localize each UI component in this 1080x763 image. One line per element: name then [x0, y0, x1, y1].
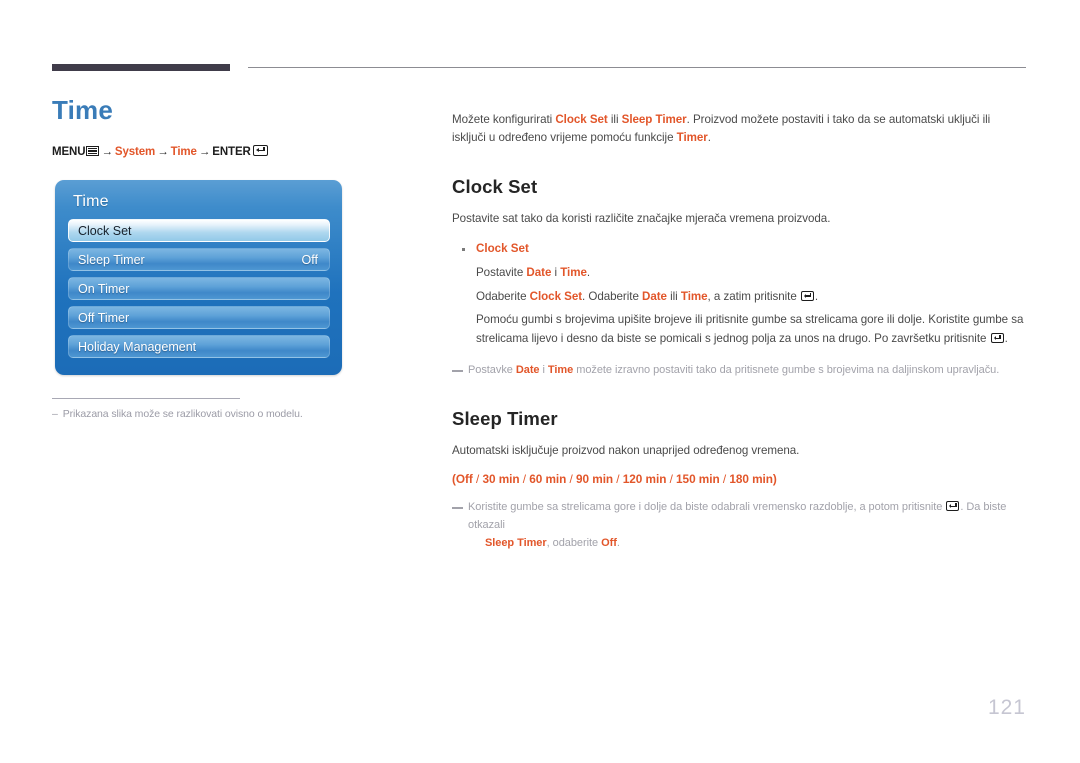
- cs-note-c: možete izravno postaviti tako da pritisn…: [573, 363, 1000, 376]
- sleep-timer-description: Automatski isključuje proizvod nakon una…: [452, 443, 800, 457]
- section-heading-clock-set: Clock Set: [452, 176, 538, 198]
- page-title: Time: [52, 95, 114, 125]
- cs-note-term-time: Time: [547, 363, 574, 376]
- intro-t2: ili: [607, 112, 622, 126]
- cs-l1-b: i: [551, 265, 561, 279]
- cs-note-term-date: Date: [515, 363, 540, 376]
- options-sep: /: [719, 471, 730, 486]
- right-column: Možete konfigurirati Clock Set ili Sleep…: [452, 99, 1026, 552]
- menu-bars-icon: [86, 145, 100, 156]
- osd-row-sleep-timer[interactable]: Sleep Timer Off: [68, 248, 330, 271]
- breadcrumb-menu-label: MENU: [52, 145, 86, 158]
- cs-note-b: i: [539, 363, 548, 376]
- options-sep: /: [613, 471, 623, 486]
- cs-l1-c: .: [586, 265, 591, 279]
- cs-l2-e: .: [814, 289, 819, 303]
- cs-l3-end: .: [1004, 332, 1008, 346]
- sleep-timer-note: Koristite gumbe sa strelicama gore i dol…: [452, 499, 1026, 552]
- osd-footnote: – Prikazana slika može se razlikovati ovi…: [52, 408, 382, 420]
- bullet-title-text: Clock Set: [476, 242, 529, 256]
- clock-set-description: Postavite sat tako da koristi različite …: [452, 212, 831, 226]
- breadcrumb-item-time[interactable]: Time: [171, 146, 197, 158]
- cs-note-a: Postavke: [468, 363, 516, 376]
- clock-set-line-3: Pomoću gumbi s brojevima upišite brojeve…: [476, 311, 1026, 349]
- enter-return-icon: [252, 144, 268, 156]
- intro-term-timer: Timer: [676, 131, 708, 145]
- intro-term-sleep-timer: Sleep Timer: [621, 112, 687, 126]
- note-dash-icon: [452, 369, 463, 372]
- bullet-dot-icon: [462, 248, 465, 252]
- cs-term-clock-set: Clock Set: [529, 289, 583, 303]
- option-180-min: 180 min: [729, 471, 773, 486]
- osd-row-holiday-management[interactable]: Holiday Management: [68, 335, 330, 358]
- breadcrumb-arrow-3: →: [198, 145, 211, 158]
- note-dash-icon: [452, 506, 463, 509]
- st-note-c: , odaberite: [546, 536, 602, 549]
- left-column: Time MENU → System → Time → ENTER: [52, 96, 432, 158]
- breadcrumb-item-system[interactable]: System: [115, 146, 155, 158]
- cs-term-time: Time: [560, 265, 587, 279]
- clock-set-bullet-block: Clock Set Postavite Date i Time. Odaberi…: [452, 240, 1026, 349]
- st-note-a: Koristite gumbe sa strelicama gore i dol…: [468, 500, 946, 513]
- intro-term-clock-set: Clock Set: [555, 112, 608, 126]
- header-rule-line: [248, 67, 1026, 68]
- cs-l2-a: Odaberite: [476, 289, 530, 303]
- breadcrumb-arrow-1: →: [101, 145, 113, 158]
- section-heading-sleep-timer: Sleep Timer: [452, 407, 558, 429]
- enter-return-icon: [946, 500, 960, 511]
- options-sep: /: [666, 471, 677, 486]
- osd-menu-panel: Time Clock Set Sleep Timer Off On Timer …: [55, 180, 342, 375]
- intro-t1: Možete konfigurirati: [452, 112, 556, 126]
- cs-term-time-2: Time: [680, 289, 708, 303]
- options-sep: /: [566, 471, 576, 486]
- osd-footnote-rule: [52, 398, 240, 399]
- osd-row-label: Clock Set: [78, 223, 132, 238]
- intro-paragraph: Možete konfigurirati Clock Set ili Sleep…: [452, 111, 1026, 149]
- breadcrumb-enter-label: ENTER: [212, 145, 251, 158]
- option-30-min: 30 min: [482, 471, 520, 486]
- cs-l2-b: . Odaberite: [582, 289, 643, 303]
- option-90-min: 90 min: [576, 471, 614, 486]
- page-number: 121: [987, 696, 1026, 719]
- enter-return-icon: [800, 290, 814, 301]
- osd-row-value: Off: [301, 252, 318, 267]
- cs-l2-d: , a zatim pritisnite: [707, 289, 800, 303]
- osd-row-on-timer[interactable]: On Timer: [68, 277, 330, 300]
- cs-l1-a: Postavite: [476, 265, 527, 279]
- bullet-title-clock-set: Clock Set: [452, 240, 1026, 259]
- cs-term-date: Date: [526, 265, 552, 279]
- osd-row-clock-set[interactable]: Clock Set: [68, 219, 330, 242]
- cs-l2-c: ili: [666, 289, 681, 303]
- osd-row-label: Holiday Management: [78, 339, 197, 354]
- clock-set-line-2: Odaberite Clock Set. Odaberite Date ili …: [476, 288, 1026, 307]
- option-120-min: 120 min: [622, 471, 667, 486]
- osd-row-label: Sleep Timer: [78, 252, 145, 267]
- option-off: Off: [455, 471, 473, 486]
- options-sep: /: [519, 471, 530, 486]
- intro-t4: .: [707, 131, 711, 145]
- header-rule-bar: [52, 64, 230, 71]
- cs-l3-text: Pomoću gumbi s brojevima upišite brojeve…: [476, 313, 1024, 346]
- osd-footnote-text: Prikazana slika može se razlikovati ovis…: [62, 408, 303, 420]
- st-note-term-sleep-timer: Sleep Timer: [485, 536, 547, 549]
- osd-title: Time: [73, 193, 109, 210]
- breadcrumb: MENU → System → Time → ENTER: [52, 144, 432, 158]
- options-close-paren: ): [772, 471, 777, 486]
- clock-set-lines: Postavite Date i Time. Odaberite Clock S…: [452, 264, 1026, 349]
- osd-row-off-timer[interactable]: Off Timer: [68, 306, 330, 329]
- st-note-term-off: Off: [601, 536, 617, 549]
- osd-footnote-block: – Prikazana slika može se razlikovati ovi…: [52, 398, 382, 420]
- clock-set-note: Postavke Date i Time možete izravno post…: [452, 362, 1026, 380]
- enter-return-icon: [990, 333, 1004, 344]
- osd-row-label: On Timer: [78, 281, 130, 296]
- option-150-min: 150 min: [676, 471, 720, 486]
- clock-set-line-1: Postavite Date i Time.: [476, 264, 1026, 283]
- st-note-d: .: [616, 536, 620, 549]
- option-60-min: 60 min: [529, 471, 567, 486]
- osd-row-label: Off Timer: [78, 310, 130, 325]
- sleep-timer-options: (Off / 30 min / 60 min / 90 min / 120 mi…: [452, 472, 1026, 486]
- cs-term-date-2: Date: [642, 289, 667, 303]
- osd-footnote-dash: –: [52, 408, 58, 420]
- breadcrumb-arrow-2: →: [157, 145, 169, 158]
